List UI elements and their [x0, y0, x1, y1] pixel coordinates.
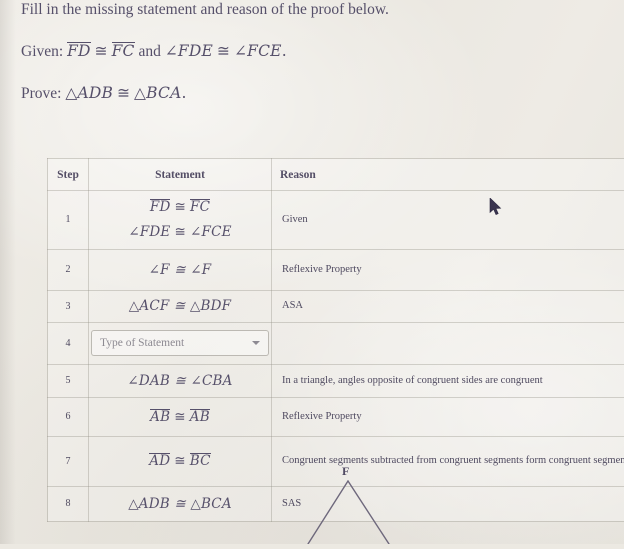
- step-number: 8: [48, 486, 89, 521]
- congruent-symbol: ≅: [95, 42, 108, 60]
- table-row: 1 FD ≅ FC ∠FDE ≅ ∠FCE Given: [48, 191, 624, 250]
- statement-type-dropdown-placeholder: Type of Statement: [100, 337, 246, 349]
- statement-math: △ACF ≅ △BDF: [129, 298, 231, 314]
- statement-math: △ADB ≅ △BCA: [128, 496, 232, 512]
- reason-cell: In a triangle, angles opposite of congru…: [272, 364, 624, 397]
- statement-line: ∠FDE ≅ ∠FCE: [95, 220, 265, 245]
- statement-cell: △ADB ≅ △BCA: [89, 486, 272, 521]
- given-segment-fc: FC: [112, 42, 135, 59]
- reason-cell: Reflexive Property: [272, 249, 624, 290]
- segment-fc: FC: [190, 199, 210, 214]
- given-conjunction: and: [138, 43, 160, 60]
- prove-statement: Prove: △ADB ≅ △BCA.: [21, 61, 601, 104]
- given-segment-fd: FD: [67, 42, 91, 59]
- reason-cell: Given: [272, 191, 624, 250]
- congruent-symbol: ≅: [117, 84, 130, 102]
- chevron-down-icon: [252, 341, 260, 345]
- prove-triangle-adb: △ADB: [65, 84, 113, 102]
- table-row: 2 ∠F ≅ ∠F Reflexive Property: [48, 249, 624, 290]
- prove-label: Prove:: [21, 85, 61, 102]
- step-number: 3: [48, 290, 89, 322]
- column-header-reason: Reason: [272, 159, 624, 191]
- problem-prompt: Fill in the missing statement and reason…: [21, 0, 601, 104]
- angle-fce: ∠FCE: [190, 224, 232, 240]
- step-number: 1: [48, 191, 89, 250]
- statement-cell: △ACF ≅ △BDF: [89, 290, 272, 322]
- table-row: 6 AB ≅ AB Reflexive Property: [48, 397, 624, 436]
- geometry-figure: F: [250, 455, 470, 544]
- congruent-symbol: ≅: [174, 224, 186, 240]
- statement-cell: FD ≅ FC ∠FDE ≅ ∠FCE: [89, 191, 272, 250]
- statement-cell: AB ≅ AB: [89, 397, 272, 436]
- congruent-symbol: ≅: [174, 409, 186, 425]
- congruent-symbol: ≅: [174, 199, 186, 215]
- table-row: 3 △ACF ≅ △BDF ASA: [48, 290, 624, 322]
- segment-ab: AB: [190, 409, 210, 424]
- page-edge-shadow: [0, 0, 16, 544]
- congruent-symbol: ≅: [217, 42, 230, 60]
- reason-cell: [272, 322, 624, 364]
- column-header-step: Step: [48, 159, 89, 191]
- statement-math: ∠F ≅ ∠F: [149, 262, 212, 278]
- instruction-text: Fill in the missing statement and reason…: [21, 0, 601, 20]
- statement-cell: AD ≅ BC: [89, 436, 272, 486]
- segment-ad: AD: [149, 453, 170, 468]
- column-header-statement: Statement: [89, 159, 272, 191]
- figure-vertex-label-f: F: [342, 464, 349, 479]
- congruent-symbol: ≅: [174, 453, 186, 469]
- table-header-row: Step Statement Reason: [48, 159, 624, 191]
- given-label: Given:: [21, 43, 63, 60]
- statement-cell: Type of Statement: [89, 322, 272, 364]
- prove-triangle-bca: △BCA: [134, 84, 181, 102]
- given-angle-fde: ∠FDE: [165, 42, 213, 60]
- statement-math: ∠DAB ≅ ∠CBA: [127, 373, 232, 389]
- statement-line: FD ≅ FC: [95, 195, 265, 220]
- statement-cell: ∠F ≅ ∠F: [89, 249, 272, 290]
- step-number: 2: [48, 249, 89, 290]
- statement-cell: ∠DAB ≅ ∠CBA: [89, 364, 272, 397]
- table-row: 4 Type of Statement: [48, 322, 624, 364]
- given-statement: Given: FD ≅ FC and ∠FDE ≅ ∠FCE.: [21, 20, 601, 62]
- segment-fd: FD: [150, 199, 171, 214]
- angle-fde: ∠FDE: [128, 224, 170, 240]
- segment-bc: BC: [190, 453, 211, 468]
- triangle-diagram-icon: [250, 455, 470, 544]
- statement-type-dropdown[interactable]: Type of Statement: [91, 330, 269, 356]
- reason-cell: ASA: [272, 290, 624, 322]
- reason-cell: Reflexive Property: [272, 397, 624, 436]
- step-number: 6: [48, 397, 89, 436]
- given-period: .: [282, 42, 287, 60]
- step-number: 5: [48, 364, 89, 397]
- step-number: 4: [48, 322, 89, 364]
- segment-ab: AB: [150, 409, 170, 424]
- given-angle-fce: ∠FCE: [234, 42, 282, 60]
- prove-period: .: [181, 84, 186, 102]
- table-row: 5 ∠DAB ≅ ∠CBA In a triangle, angles oppo…: [48, 364, 624, 397]
- step-number: 7: [48, 436, 89, 486]
